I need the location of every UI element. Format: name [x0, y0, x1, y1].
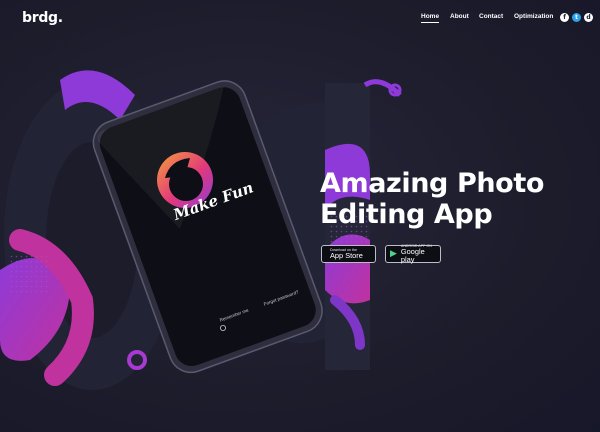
nav-item-about[interactable]: About: [450, 13, 469, 20]
nav-item-optimization[interactable]: Optimization: [514, 13, 553, 20]
dribbble-icon[interactable]: d: [584, 13, 593, 22]
social-links: f t d: [560, 13, 593, 22]
google-play-button[interactable]: ▶ ANDROID APP ON Google play: [385, 244, 441, 264]
play-icon: ▶: [390, 248, 397, 259]
headline-line-1: Amazing Photo: [320, 168, 544, 199]
facebook-icon[interactable]: f: [560, 13, 569, 22]
app-store-button[interactable]: Download on the App Store: [321, 245, 376, 263]
nav-item-home[interactable]: Home: [421, 13, 440, 23]
nav-item-contact[interactable]: Contact: [479, 13, 503, 20]
twitter-icon[interactable]: t: [572, 13, 581, 22]
hero-section: Make Fun Remember me Forgot password? br…: [0, 0, 600, 432]
brand-logo[interactable]: brdg.: [22, 10, 63, 26]
store-badges: Download on the App Store ▶ ANDROID APP …: [321, 244, 441, 264]
google-play-label: Google play: [400, 247, 425, 264]
app-store-label: App Store: [330, 251, 363, 261]
hero-headline: Amazing Photo Editing App: [320, 168, 544, 230]
headline-line-2: Editing App: [320, 199, 493, 230]
